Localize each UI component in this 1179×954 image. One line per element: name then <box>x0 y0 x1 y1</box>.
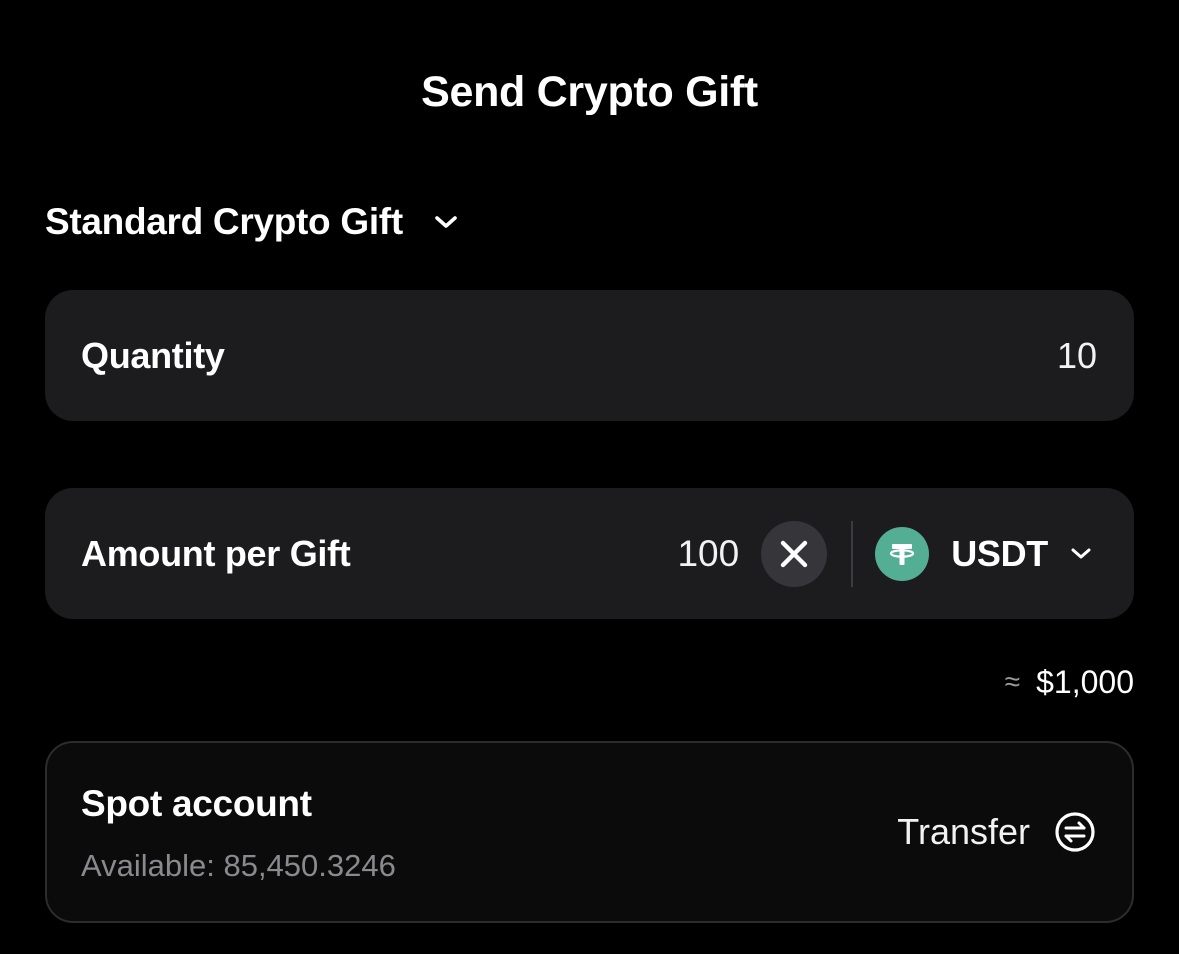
spot-account-card: Spot account Available: 85,450.3246 Tran… <box>45 741 1134 923</box>
token-divider <box>851 520 854 587</box>
transfer-icon <box>1054 811 1096 853</box>
total-estimate: ≈ $1,000 <box>1005 660 1134 704</box>
page-title: Send Crypto Gift <box>421 68 758 116</box>
transfer-button[interactable]: Transfer <box>897 743 1096 921</box>
close-icon <box>777 537 811 571</box>
clear-amount-button[interactable] <box>761 520 828 587</box>
transfer-label: Transfer <box>897 811 1030 852</box>
spot-account-title: Spot account <box>81 783 312 824</box>
amount-input[interactable]: 100 <box>677 533 739 575</box>
tether-icon <box>875 526 930 581</box>
available-balance: Available: 85,450.3246 <box>81 848 396 883</box>
amount-label: Amount per Gift <box>81 532 351 574</box>
gift-type-dropdown[interactable]: Standard Crypto Gift <box>45 196 459 248</box>
amount-controls: 100 USDT <box>677 488 1092 619</box>
token-symbol: USDT <box>951 532 1048 574</box>
total-estimate-value: $1,000 <box>1036 663 1134 700</box>
token-selector[interactable]: USDT <box>875 526 1092 581</box>
quantity-input[interactable]: 10 <box>1057 290 1097 421</box>
amount-card: Amount per Gift 100 USDT <box>45 488 1134 619</box>
chevron-down-icon <box>1070 543 1092 565</box>
quantity-card: Quantity 10 <box>45 290 1134 421</box>
chevron-down-icon <box>433 209 459 235</box>
approx-symbol: ≈ <box>1004 666 1021 697</box>
gift-type-label: Standard Crypto Gift <box>45 201 403 242</box>
quantity-label: Quantity <box>81 334 225 376</box>
